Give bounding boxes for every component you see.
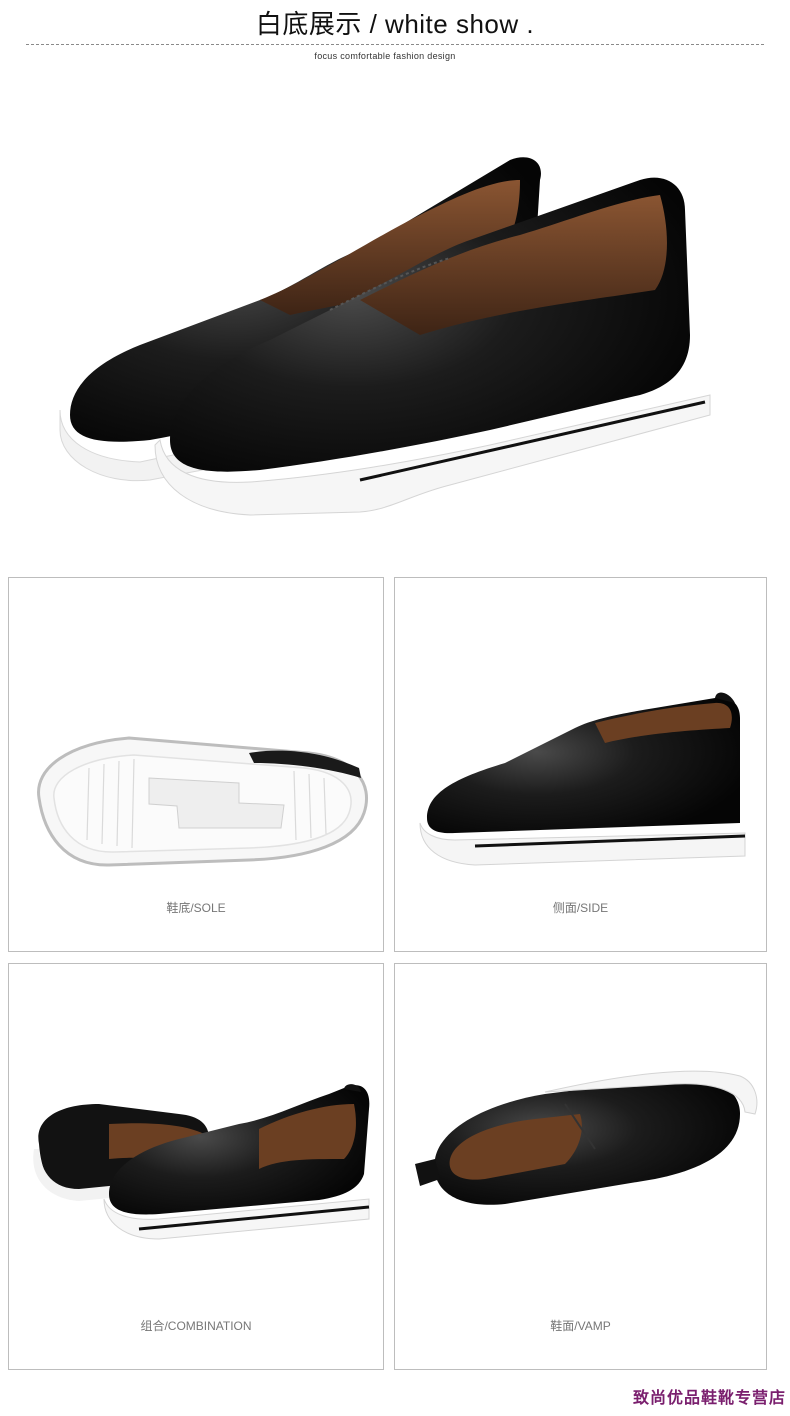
combination-view-panel: 组合/COMBINATION — [8, 963, 384, 1370]
shop-name-watermark: 致尚优品鞋靴专营店 — [632, 1388, 786, 1407]
side-caption: 侧面/SIDE — [552, 901, 609, 915]
sole-view-panel: 鞋底/SOLE — [8, 577, 384, 952]
combination-caption: 组合/COMBINATION — [140, 1319, 252, 1333]
page-title: 白底展示 / white show . — [255, 9, 535, 39]
vamp-view-panel: 鞋面/VAMP — [394, 963, 767, 1370]
vamp-caption: 鞋面/VAMP — [550, 1319, 611, 1333]
sole-image — [37, 736, 369, 867]
header-divider — [26, 44, 764, 45]
vamp-image — [415, 1070, 758, 1205]
page-subtitle: focus comfortable fashion design — [314, 51, 456, 61]
combination-image — [33, 1084, 370, 1240]
side-image — [419, 692, 746, 866]
hero-shoe-pair-image — [30, 140, 730, 540]
side-view-panel: 侧面/SIDE — [394, 577, 767, 952]
sole-caption: 鞋底/SOLE — [166, 901, 226, 915]
